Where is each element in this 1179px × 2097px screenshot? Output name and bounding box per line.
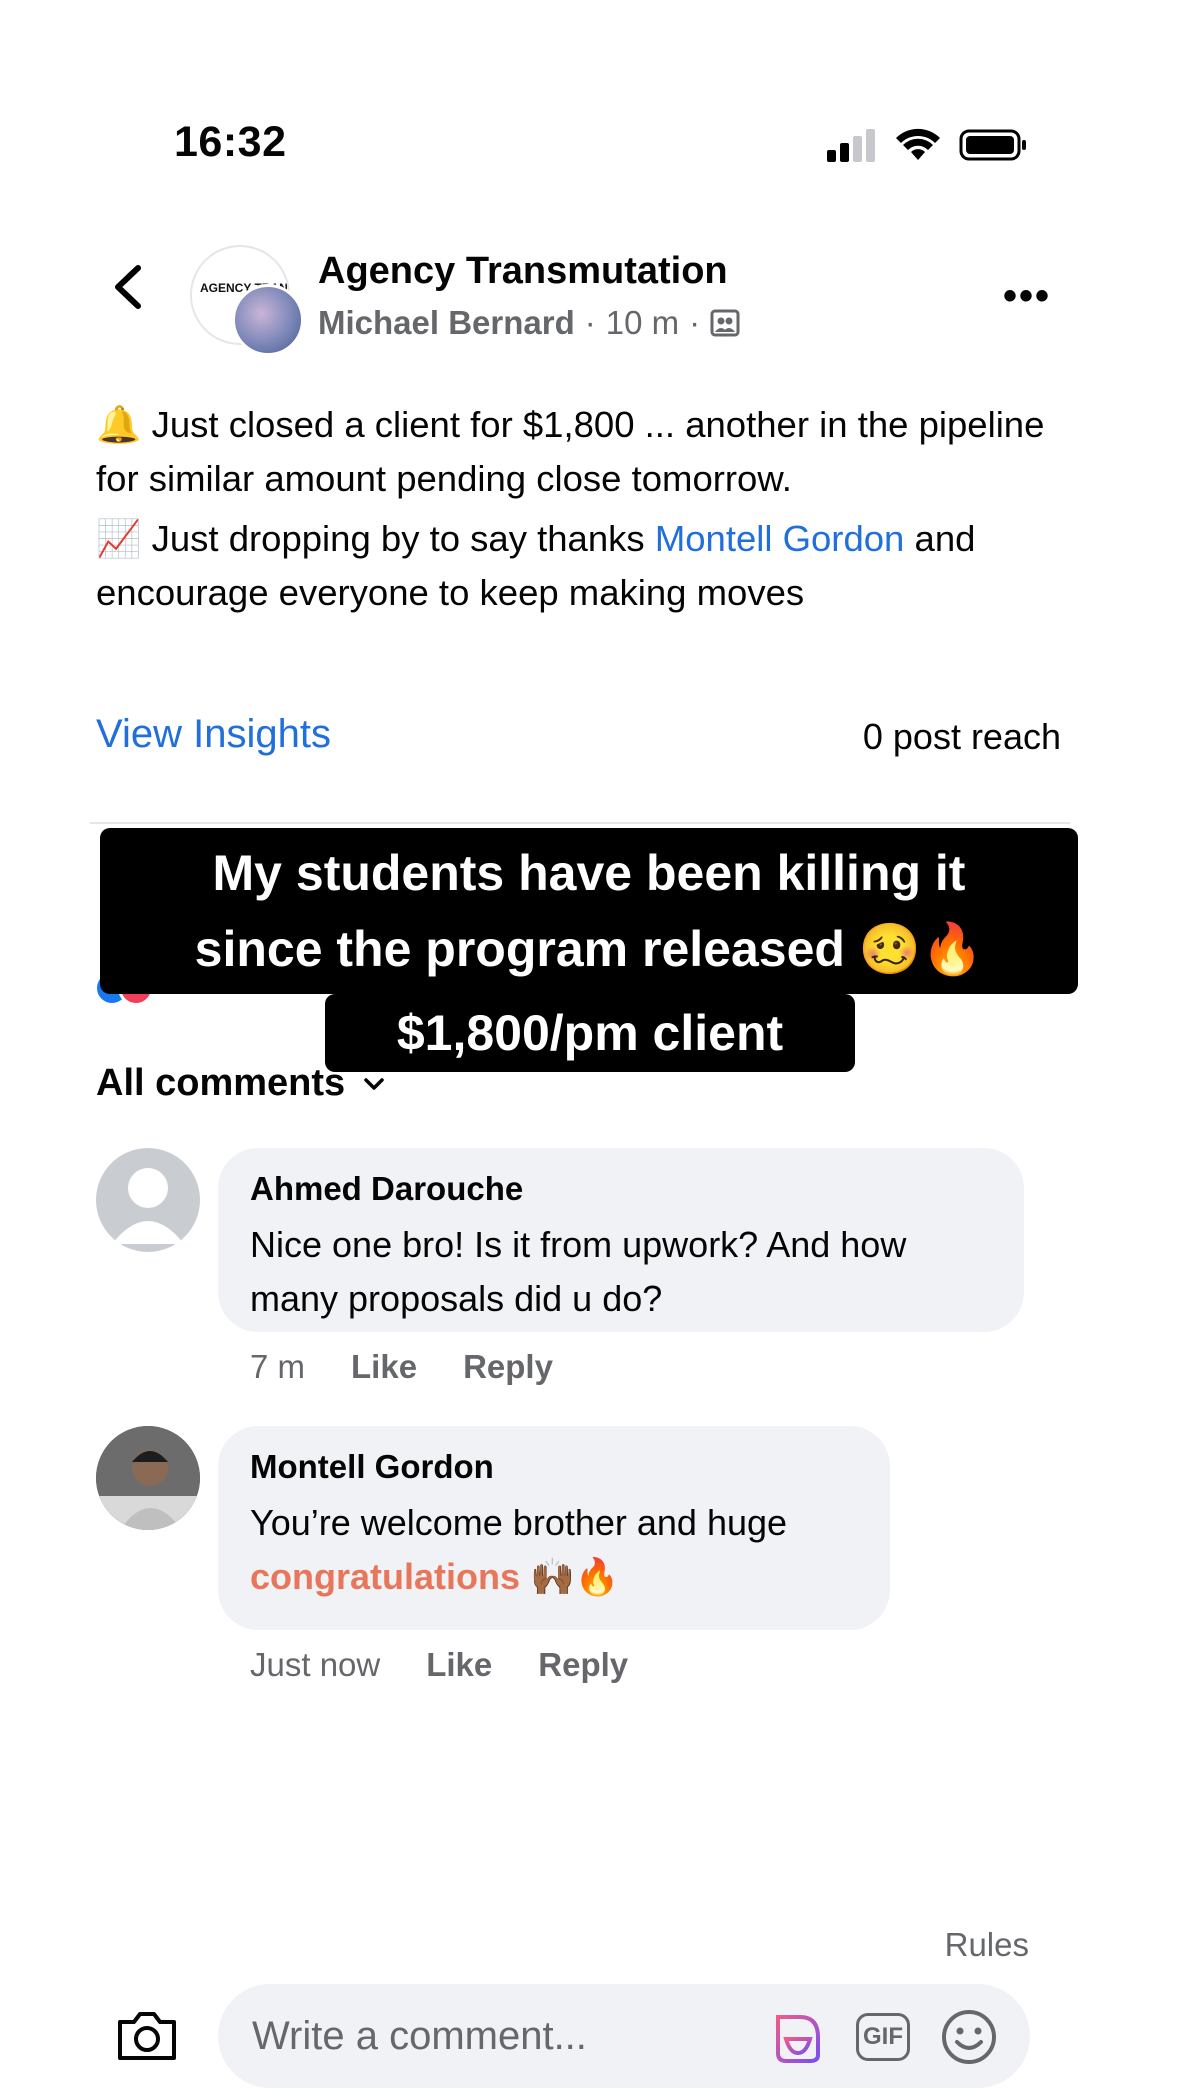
- post-line-2: 📈 Just dropping by to say thanks Montell…: [96, 512, 1086, 620]
- comment-actions: 7 m Like Reply: [250, 1348, 553, 1386]
- congratulations-text: congratulations: [250, 1556, 521, 1597]
- comment-input[interactable]: [250, 2012, 734, 2060]
- profile-photo: [96, 1426, 200, 1530]
- post-line-1: 🔔 Just closed a client for $1,800 ... an…: [96, 398, 1086, 506]
- meta-separator: ·: [689, 304, 701, 341]
- group-members-icon: [710, 309, 740, 337]
- overlay-line-2: since the program released 🥴🔥: [194, 921, 984, 977]
- author-name[interactable]: Michael Bernard: [318, 304, 575, 342]
- comment-text-main: You’re welcome brother and huge: [250, 1502, 788, 1543]
- comment-actions: Just now Like Reply: [250, 1646, 628, 1684]
- comment-author[interactable]: Ahmed Darouche: [250, 1170, 992, 1208]
- rules-link[interactable]: Rules: [945, 1926, 1029, 1964]
- post-screen: 16:32 AGENCY TRAN Agency Transmutation M…: [0, 0, 1179, 2097]
- divider: [90, 822, 1070, 824]
- comment-time: 7 m: [250, 1348, 306, 1385]
- bell-icon: 🔔: [96, 404, 142, 445]
- avatar-sticker-icon[interactable]: [770, 2009, 826, 2065]
- battery-icon: [959, 129, 1026, 161]
- post-meta: Michael Bernard · 10 m ·: [318, 304, 740, 342]
- composer-icons: GIF: [770, 2008, 998, 2066]
- post-body: 🔔 Just closed a client for $1,800 ... an…: [96, 398, 1086, 626]
- post-reach: 0 post reach: [862, 716, 1061, 757]
- wifi-icon: [896, 128, 940, 160]
- all-comments-filter[interactable]: All comments: [96, 1062, 385, 1105]
- reply-button[interactable]: Reply: [538, 1646, 628, 1684]
- author-avatar[interactable]: [232, 284, 304, 356]
- cellular-signal-icon: [827, 129, 875, 162]
- gif-icon[interactable]: GIF: [856, 2013, 910, 2061]
- post-time[interactable]: 10 m: [606, 304, 679, 342]
- default-avatar-icon: [112, 1168, 184, 1244]
- like-button[interactable]: Like: [351, 1348, 417, 1386]
- commenter-avatar[interactable]: [96, 1148, 200, 1252]
- like-button[interactable]: Like: [426, 1646, 492, 1684]
- status-time: 16:32: [174, 118, 287, 166]
- comment-bubble: Ahmed Darouche Nice one bro! Is it from …: [218, 1148, 1024, 1332]
- comment-text: Nice one bro! Is it from upwork? And how…: [250, 1224, 907, 1319]
- chart-increasing-icon: 📈: [96, 518, 142, 559]
- overlay-caption-line-3: $1,800/pm client: [325, 994, 855, 1072]
- comment-time: Just now: [250, 1646, 381, 1683]
- post-text-2a: Just dropping by to say thanks: [151, 518, 645, 559]
- reply-button[interactable]: Reply: [463, 1348, 553, 1386]
- commenter-avatar[interactable]: [96, 1426, 200, 1530]
- comment-text: You’re welcome brother and huge congratu…: [250, 1496, 858, 1604]
- meta-separator: ·: [584, 304, 596, 341]
- camera-icon[interactable]: [114, 2008, 180, 2064]
- overlay-line-1: My students have been killing it: [212, 845, 966, 901]
- chevron-down-icon: [364, 1077, 384, 1090]
- more-options-icon[interactable]: •••: [1003, 274, 1051, 319]
- group-name[interactable]: Agency Transmutation: [318, 250, 728, 293]
- all-comments-label: All comments: [96, 1062, 346, 1104]
- emoji-icon[interactable]: [940, 2008, 998, 2066]
- overlay-caption: My students have been killing it since t…: [100, 828, 1078, 994]
- comment-composer[interactable]: GIF: [218, 1984, 1030, 2088]
- view-insights-link[interactable]: View Insights: [96, 712, 331, 757]
- post-text-1: Just closed a client for $1,800 ... anot…: [96, 404, 1045, 499]
- back-arrow-icon[interactable]: [108, 262, 148, 312]
- mention-link[interactable]: Montell Gordon: [655, 518, 905, 559]
- comment-author[interactable]: Montell Gordon: [250, 1448, 858, 1486]
- comment-bubble: Montell Gordon You’re welcome brother an…: [218, 1426, 890, 1630]
- raised-hands-fire-icon: 🙌🏾🔥: [530, 1556, 620, 1597]
- status-icons: [825, 128, 1029, 162]
